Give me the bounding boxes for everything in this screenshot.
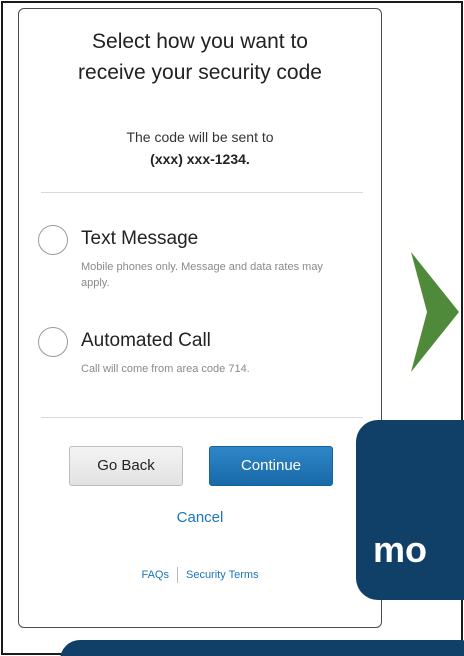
- security-code-dialog: Select how you want to receive your secu…: [18, 8, 382, 628]
- footer-separator: [176, 567, 178, 584]
- chevron-shape: [411, 252, 459, 372]
- callout-box: mo: [356, 420, 464, 600]
- bottom-callout-box: [60, 640, 464, 656]
- slide-canvas: Select how you want to receive your secu…: [0, 0, 464, 656]
- continue-button[interactable]: Continue: [209, 446, 333, 486]
- option-automated-call[interactable]: Automated Call Call will come from area …: [19, 325, 381, 395]
- title-line-1: Select how you want to: [92, 30, 308, 53]
- option-desc-text-message: Mobile phones only. Message and data rat…: [81, 261, 323, 289]
- option-label-automated-call: Automated Call: [81, 330, 211, 351]
- go-back-button[interactable]: Go Back: [69, 446, 183, 486]
- faqs-link[interactable]: FAQs: [141, 569, 169, 581]
- divider-top: [41, 192, 363, 193]
- option-label-text-message: Text Message: [81, 228, 199, 249]
- cancel-link[interactable]: Cancel: [19, 507, 381, 529]
- chevron-right-icon: [411, 252, 459, 372]
- code-destination-text: The code will be sent to: [126, 129, 274, 145]
- dialog-title: Select how you want to receive your secu…: [19, 26, 381, 88]
- radio-automated-call[interactable]: [38, 327, 68, 357]
- divider-bottom: [41, 417, 363, 418]
- option-text-message[interactable]: Text Message Mobile phones only. Message…: [19, 223, 381, 293]
- masked-phone-number: (xxx) xxx-1234.: [150, 151, 250, 167]
- security-terms-link[interactable]: Security Terms: [186, 569, 259, 581]
- title-line-2: receive your security code: [78, 61, 322, 84]
- option-desc-automated-call: Call will come from area code 714.: [81, 363, 250, 375]
- radio-text-message[interactable]: [38, 225, 68, 255]
- callout-text: mo: [373, 529, 427, 570]
- footer-links: FAQs Security Terms: [19, 567, 381, 584]
